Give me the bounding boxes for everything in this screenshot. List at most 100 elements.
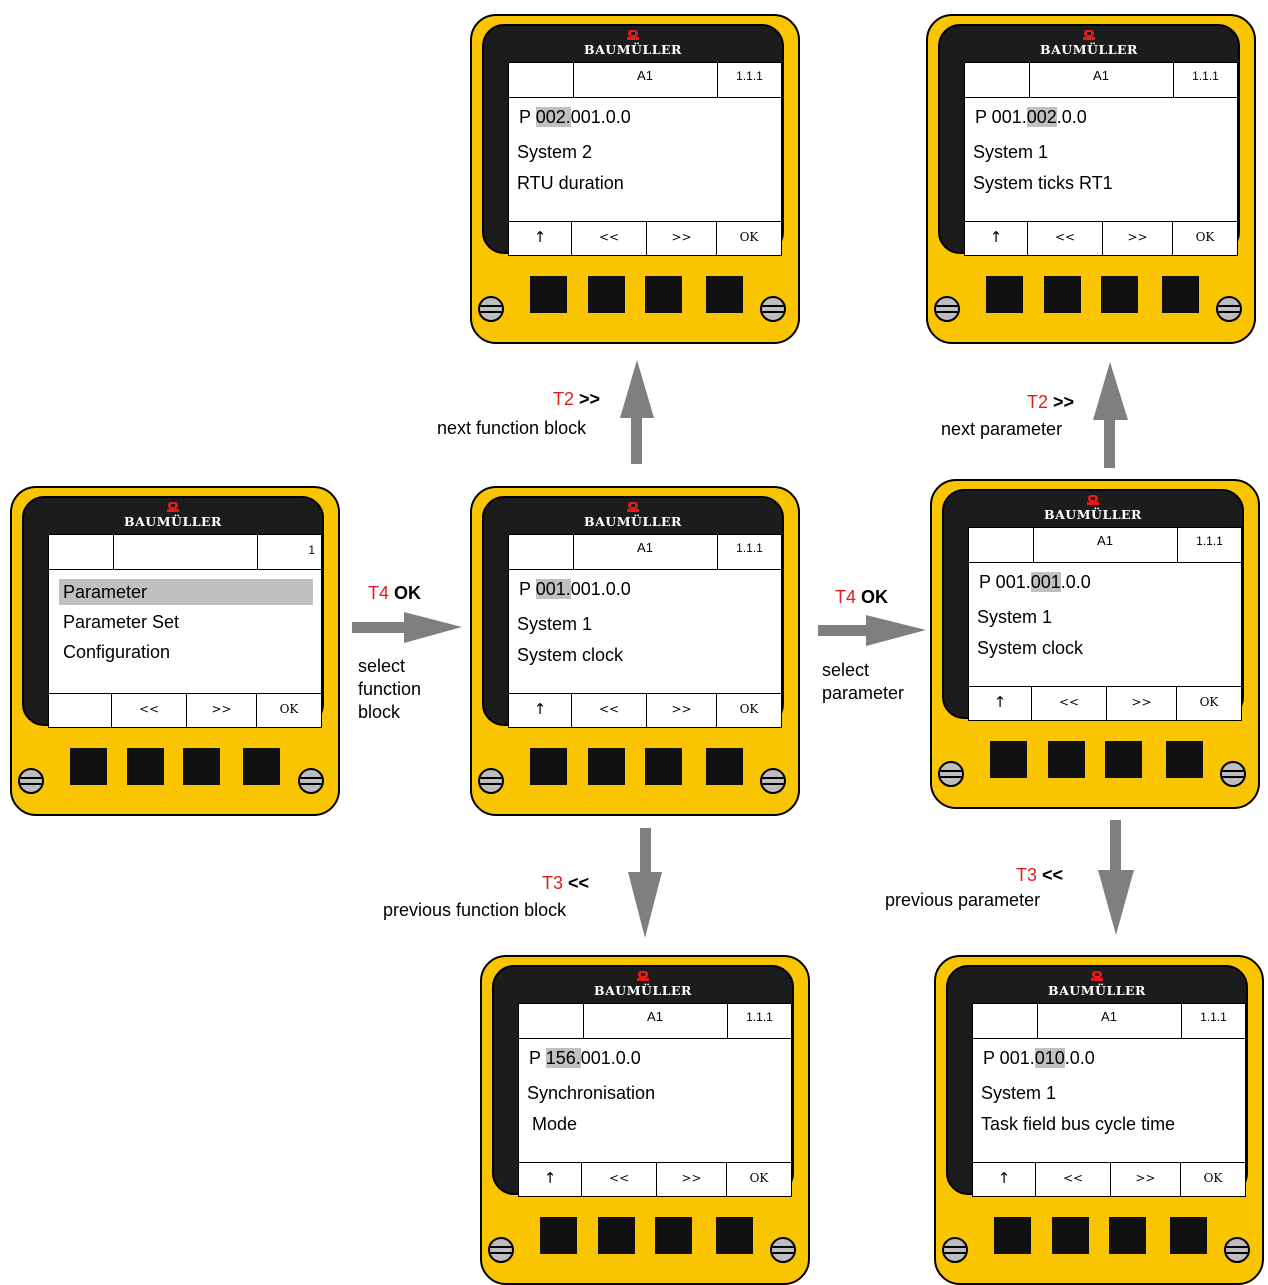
baumuller-logo: BAUMÜLLER [944,491,1242,522]
key-t2-button[interactable] [1105,741,1142,778]
key-t1-button[interactable] [530,276,567,313]
baumuller-logo: BAUMÜLLER [940,26,1238,57]
key-t3-button[interactable] [1044,276,1081,313]
parameter-rest: .0.0 [1060,572,1091,592]
softkey-label-t4: OK [279,702,299,716]
key-action: >> [579,389,601,409]
header-level: 1.1.1 [1196,534,1223,548]
key-t1-button[interactable] [994,1217,1031,1254]
logo-mark-icon [167,502,179,512]
parameter-name: System clock [517,645,624,665]
parameter-number: P 156.001.0.0 [529,1048,641,1069]
parameter-prefix: P [519,579,536,599]
key-t3-button[interactable] [588,748,625,785]
key-t4-button[interactable] [1166,741,1203,778]
up-arrow-icon [1093,362,1128,468]
screen-header: A1 1.1.1 [509,535,781,570]
screw-icon [298,768,324,794]
logo-mark-icon [1087,495,1099,505]
softkey-label-t4: OK [1203,1171,1223,1185]
key-t4-button[interactable] [716,1217,753,1254]
parameter-highlight: 156. [545,1048,581,1068]
parameter-prefix: P 001. [979,572,1031,592]
parameter-name: System ticks RT1 [973,173,1113,193]
softkey-label-t2: >> [657,1163,727,1197]
transition-next-function-block-key: T2 >> [553,388,600,411]
softkey-bar: ↑ << >> OK [519,1162,791,1197]
lcd-screen: A1 1.1.1 P 001.002.0.0 System 1 System t… [964,62,1238,256]
key-t4-button[interactable] [1162,276,1199,313]
key-t2-button[interactable] [1101,276,1138,313]
key-t1-button[interactable] [540,1217,577,1254]
brand-name: BAUMÜLLER [584,42,682,57]
header-level: 1.1.1 [746,1010,773,1024]
softkey-label-t4: OK [749,1171,769,1185]
baumuller-logo: BAUMÜLLER [24,498,322,529]
key-t4-button[interactable] [706,276,743,313]
key-t4-button[interactable] [706,748,743,785]
key-t2-button[interactable] [1109,1217,1146,1254]
key-t4-button[interactable] [243,748,280,785]
menu-item-parameter[interactable]: Parameter [59,579,313,605]
logo-mark-icon [1091,971,1103,981]
header-cell [519,1004,584,1038]
key-t1-button[interactable] [530,748,567,785]
lcd-screen: A1 1.1.1 P 156.001.0.0 Synchronisation M… [518,1003,792,1197]
key-t3-button[interactable] [1048,741,1085,778]
key-t1-button[interactable] [70,748,107,785]
softkey-label-t3: << [112,694,187,728]
parameter-prefix: P [529,1048,546,1068]
function-block-name: System 1 [973,142,1049,162]
key-t2-button[interactable] [655,1217,692,1254]
brand-name: BAUMÜLLER [1040,42,1138,57]
transition-select-parameter-desc: select parameter [822,659,904,705]
device-menu: BAUMÜLLER 1 Parameter Parameter Set Conf… [10,486,340,816]
parameter-name: Mode [527,1114,578,1134]
device-function-block-previous: BAUMÜLLER A1 1.1.1 P 156.001.0.0 Synchro… [480,955,810,1285]
menu-item-parameter-set[interactable]: Parameter Set [59,609,313,635]
brand-name: BAUMÜLLER [1048,983,1146,998]
logo-mark-icon [1083,30,1095,40]
desc-line: select [358,656,406,676]
header-axis: A1 [1033,528,1178,562]
transition-next-parameter-desc: next parameter [941,419,1063,439]
screw-icon [760,768,786,794]
device-parameter-current: BAUMÜLLER A1 1.1.1 P 001.001.0.0 System … [930,479,1260,809]
softkey-label-t1: ↑ [965,222,1028,256]
key-t3-button[interactable] [1052,1217,1089,1254]
key-t3-button[interactable] [127,748,164,785]
softkey-label-t2: >> [647,694,717,728]
key-t3-button[interactable] [588,276,625,313]
menu-item-configuration[interactable]: Configuration [59,639,313,665]
baumuller-logo: BAUMÜLLER [494,967,792,998]
screen-header: A1 1.1.1 [973,1004,1245,1039]
display-bezel: BAUMÜLLER A1 1.1.1 P 001.001.0.0 System … [942,489,1244,721]
key-t2-button[interactable] [645,276,682,313]
function-block-name: System 1 [981,1083,1057,1103]
function-block-name: System 2 [517,142,593,162]
logo-mark-icon [637,971,649,981]
softkey-label-t1: ↑ [509,222,572,256]
softkey-label-t4: OK [739,230,759,244]
key-t2-button[interactable] [645,748,682,785]
parameter-highlight: 010 [1034,1048,1065,1068]
key-name: T3 [1016,865,1038,885]
softkey-label-t1: ↑ [969,687,1032,721]
key-t4-button[interactable] [1170,1217,1207,1254]
screw-icon [942,1237,968,1263]
softkey-label-t2: >> [1103,222,1173,256]
key-t1-button[interactable] [990,741,1027,778]
softkey-bar: ↑ << >> OK [969,686,1241,721]
right-arrow-icon [818,615,926,646]
transition-previous-function-block-key: T3 << [542,872,589,895]
key-t3-button[interactable] [598,1217,635,1254]
transition-next-function-block-desc: next function block [437,418,587,438]
parameter-rest: 001.0.0 [570,579,631,599]
key-name: T2 [553,389,575,409]
baumuller-logo: BAUMÜLLER [948,967,1246,998]
parameter-highlight: 002 [1026,107,1057,127]
key-t1-button[interactable] [986,276,1023,313]
down-arrow-icon [1098,820,1134,935]
softkey-label-t1: ↑ [509,694,572,728]
key-t2-button[interactable] [183,748,220,785]
